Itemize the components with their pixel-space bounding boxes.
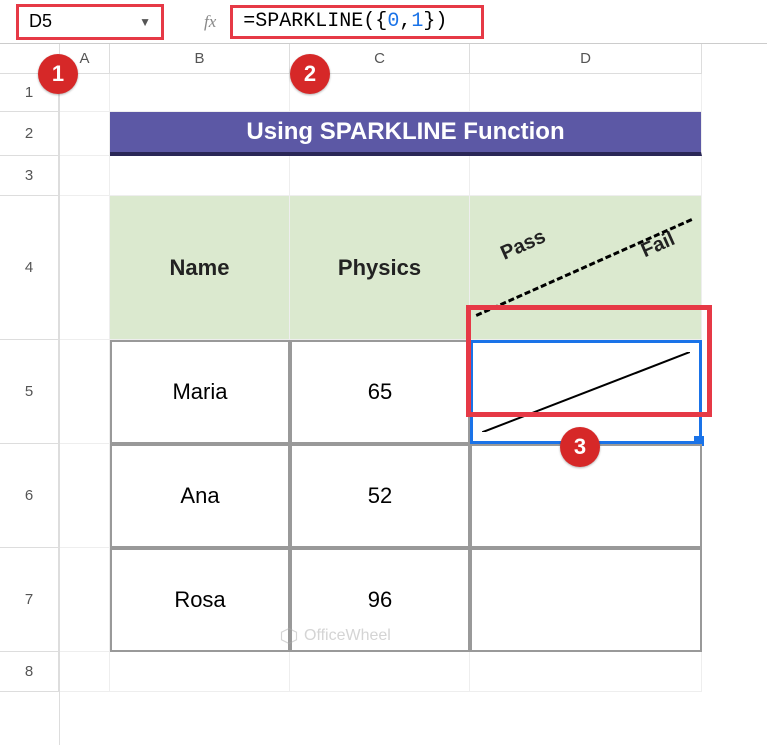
cell-c6-value: 52 xyxy=(368,483,392,509)
header-pass-fail[interactable]: Pass Fail xyxy=(470,196,702,340)
cell-c7-value: 96 xyxy=(368,587,392,613)
sparkline-chart xyxy=(482,352,690,432)
watermark-text: OfficeWheel xyxy=(304,627,391,645)
pass-fail-split: Pass Fail xyxy=(470,196,701,339)
watermark-logo-icon xyxy=(280,627,298,645)
header-physics-label: Physics xyxy=(338,255,421,281)
cell-a6[interactable] xyxy=(60,444,110,548)
formula-text-suffix: }) xyxy=(423,10,447,33)
callout-3: 3 xyxy=(560,427,600,467)
formula-number-2: 1 xyxy=(411,10,423,33)
row-header-3[interactable]: 3 xyxy=(0,156,59,196)
row-header-7[interactable]: 7 xyxy=(0,548,59,652)
formula-comma: , xyxy=(399,10,411,33)
callout-2-label: 2 xyxy=(304,61,316,87)
cell-a3[interactable] xyxy=(60,156,110,196)
callout-3-label: 3 xyxy=(574,434,586,460)
cell-b1[interactable] xyxy=(110,74,290,112)
cell-d3[interactable] xyxy=(470,156,702,196)
cell-b5[interactable]: Maria xyxy=(110,340,290,444)
watermark: OfficeWheel xyxy=(280,627,391,645)
cell-c6[interactable]: 52 xyxy=(290,444,470,548)
title-text: Using SPARKLINE Function xyxy=(246,118,564,146)
title-cell[interactable]: Using SPARKLINE Function xyxy=(110,112,702,156)
name-box-value: D5 xyxy=(29,11,52,32)
formula-input[interactable]: =SPARKLINE({0,1}) xyxy=(230,5,484,39)
header-name[interactable]: Name xyxy=(110,196,290,340)
cell-a7[interactable] xyxy=(60,548,110,652)
chevron-down-icon[interactable]: ▼ xyxy=(139,15,151,29)
cell-a2[interactable] xyxy=(60,112,110,156)
cell-a5[interactable] xyxy=(60,340,110,444)
cell-d1[interactable] xyxy=(470,74,702,112)
formula-number-1: 0 xyxy=(387,10,399,33)
cell-b8[interactable] xyxy=(110,652,290,692)
pass-label: Pass xyxy=(497,225,549,265)
cell-c5[interactable]: 65 xyxy=(290,340,470,444)
col-header-b[interactable]: B xyxy=(110,44,290,74)
formula-bar: D5 ▼ fx =SPARKLINE({0,1}) xyxy=(0,0,767,44)
cell-c3[interactable] xyxy=(290,156,470,196)
row-header-4[interactable]: 4 xyxy=(0,196,59,340)
cell-b6[interactable]: Ana xyxy=(110,444,290,548)
formula-text-prefix: =SPARKLINE({ xyxy=(243,10,387,33)
cell-b7[interactable]: Rosa xyxy=(110,548,290,652)
row-headers: 1 2 3 4 5 6 7 8 xyxy=(0,74,60,745)
cell-c8[interactable] xyxy=(290,652,470,692)
column-headers: A B C D xyxy=(0,44,767,74)
row-header-5[interactable]: 5 xyxy=(0,340,59,444)
fx-icon: fx xyxy=(204,12,216,32)
cell-d7[interactable] xyxy=(470,548,702,652)
row-header-8[interactable]: 8 xyxy=(0,652,59,692)
cell-b7-value: Rosa xyxy=(174,587,225,613)
cell-d8[interactable] xyxy=(470,652,702,692)
cell-b3[interactable] xyxy=(110,156,290,196)
header-physics[interactable]: Physics xyxy=(290,196,470,340)
callout-1-label: 1 xyxy=(52,61,64,87)
cell-b5-value: Maria xyxy=(172,379,227,405)
header-name-label: Name xyxy=(170,255,230,281)
col-header-d[interactable]: D xyxy=(470,44,702,74)
callout-2: 2 xyxy=(290,54,330,94)
cell-b6-value: Ana xyxy=(180,483,219,509)
cell-a8[interactable] xyxy=(60,652,110,692)
row-header-6[interactable]: 6 xyxy=(0,444,59,548)
cell-a4[interactable] xyxy=(60,196,110,340)
cell-c5-value: 65 xyxy=(368,379,392,405)
row-header-2[interactable]: 2 xyxy=(0,112,59,156)
diagonal-line-icon xyxy=(476,218,693,317)
grid[interactable]: Using SPARKLINE Function Name Physics Pa… xyxy=(60,74,767,745)
callout-1: 1 xyxy=(38,54,78,94)
name-box[interactable]: D5 ▼ xyxy=(16,4,164,40)
